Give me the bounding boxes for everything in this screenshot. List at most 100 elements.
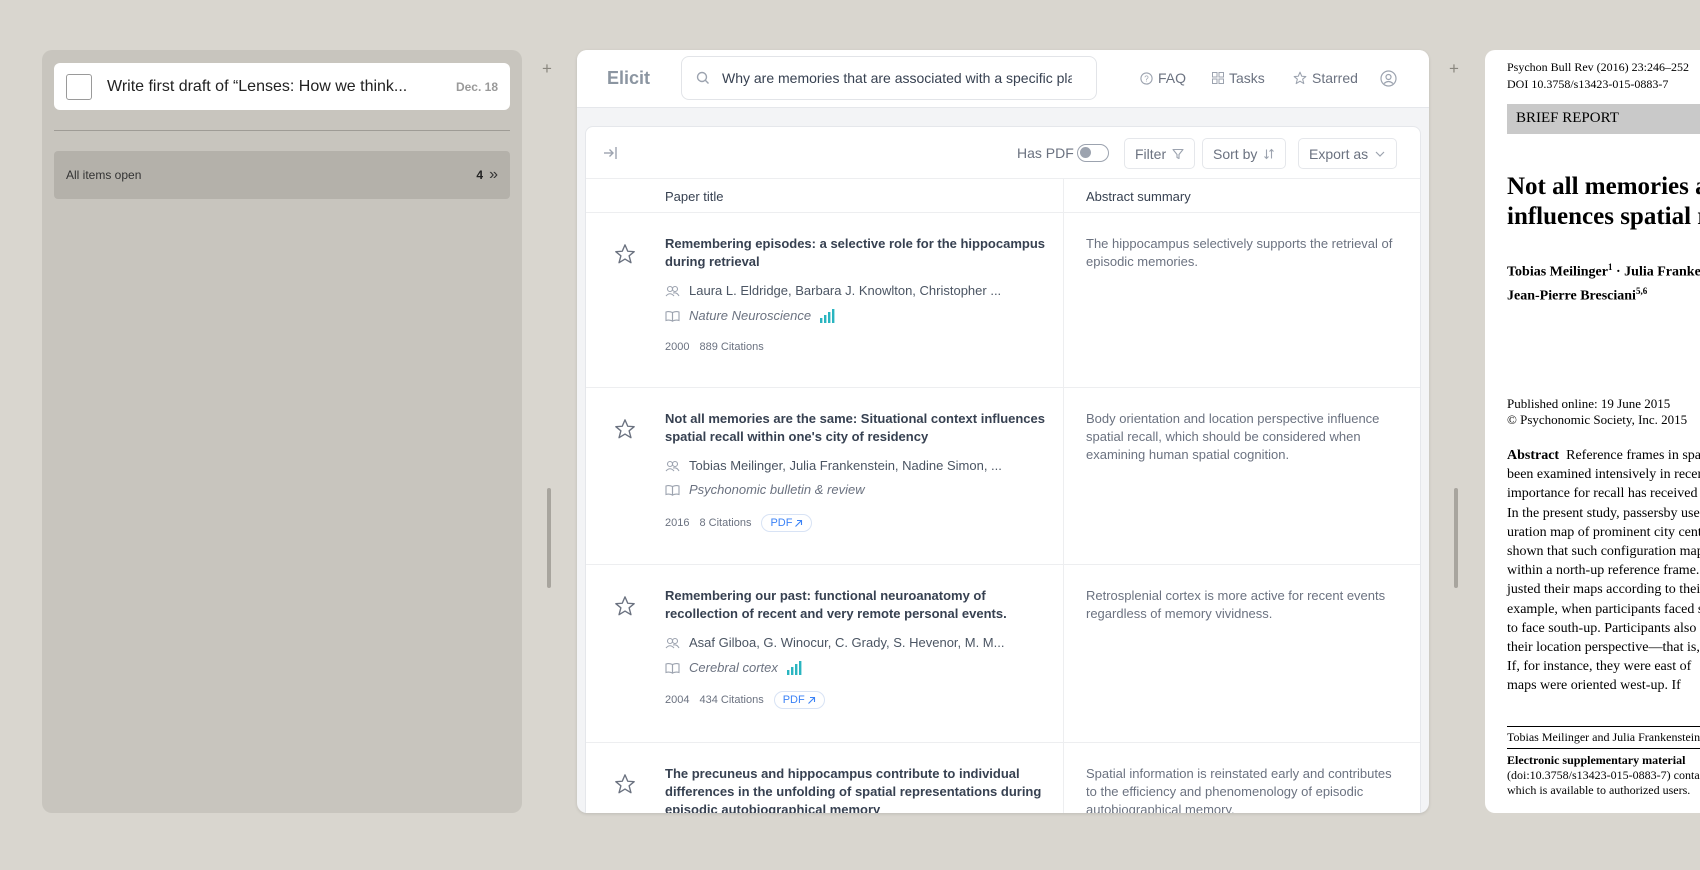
pdf-authors: Tobias Meilinger1 · Julia Frankenstein J…	[1507, 258, 1700, 305]
resize-handle[interactable]	[1454, 488, 1458, 588]
pdf-author: · Julia Frankenstein	[1616, 264, 1700, 280]
resize-handle[interactable]	[547, 488, 551, 588]
faq-label: FAQ	[1158, 70, 1187, 86]
paper-title[interactable]: The precuneus and hippocampus contribute…	[665, 765, 1045, 813]
pdf-author: Jean-Pierre Bresciani	[1507, 288, 1636, 304]
paper-title[interactable]: Remembering our past: functional neuroan…	[665, 587, 1045, 623]
table-row[interactable]: Remembering episodes: a selective role f…	[586, 213, 1420, 388]
sort-arrows-icon	[1264, 148, 1275, 159]
svg-text:?: ?	[1144, 74, 1149, 83]
pdf-abstract-line: shown that such configuration maps are	[1507, 544, 1700, 560]
pdf-abstract-line: Reference frames in spatial memory have	[1566, 448, 1700, 463]
paper-authors: Laura L. Eldridge, Barbara J. Knowlton, …	[665, 283, 1019, 298]
pdf-published-date: Published online: 19 June 2015	[1507, 396, 1671, 411]
tasks-link[interactable]: Tasks	[1212, 70, 1265, 86]
authors-text: Tobias Meilinger, Julia Frankenstein, Na…	[689, 458, 1002, 473]
authors-text: Laura L. Eldridge, Barbara J. Knowlton, …	[689, 283, 1002, 298]
all-items-open-label: All items open	[66, 168, 142, 182]
book-icon	[665, 662, 680, 674]
pdf-abstract-line: within a north-up reference frame.	[1507, 563, 1700, 579]
results-toolbar: Has PDF Filter Sort by Export as	[586, 127, 1420, 179]
starred-link[interactable]: Starred	[1293, 70, 1358, 86]
paper-year: 2016	[665, 517, 690, 529]
pdf-footnote: Electronic supplementary material	[1507, 753, 1686, 767]
filter-button[interactable]: Filter	[1124, 138, 1196, 169]
pdf-abstract-line: importance for recall has received less …	[1507, 486, 1700, 502]
pdf-footnote-rule	[1507, 726, 1700, 727]
pdf-abstract-line: If, for instance, they were east of	[1507, 659, 1692, 675]
pdf-abstract-line: example, when participants faced south	[1507, 601, 1700, 617]
col-paper-title[interactable]: Paper title	[665, 189, 724, 204]
external-arrow-icon	[795, 519, 803, 527]
pdf-doi: DOI 10.3758/s13423-015-0883-7	[1507, 77, 1669, 91]
table-row[interactable]: The precuneus and hippocampus contribute…	[586, 743, 1420, 813]
add-panel-button[interactable]: +	[542, 60, 552, 77]
pdf-footnote: (doi:10.3758/s13423-015-0883-7) contains	[1507, 768, 1700, 782]
all-items-open-bar[interactable]: All items open 4 »	[54, 151, 510, 199]
paper-citations: 434 Citations	[699, 694, 764, 706]
sort-by-button[interactable]: Sort by	[1202, 138, 1287, 169]
search-box[interactable]	[681, 56, 1097, 100]
star-icon[interactable]	[614, 418, 636, 440]
help-circle-icon: ?	[1140, 71, 1153, 85]
sort-by-label: Sort by	[1213, 145, 1258, 162]
elicit-logo[interactable]: Elicit	[607, 68, 650, 89]
tasks-label: Tasks	[1229, 70, 1265, 86]
divider	[54, 130, 510, 131]
collapse-sidebar-icon[interactable]	[602, 145, 618, 161]
has-pdf-toggle[interactable]	[1077, 144, 1109, 162]
table-row[interactable]: Not all memories are the same: Situation…	[586, 388, 1420, 565]
task-title[interactable]: Write first draft of “Lenses: How we thi…	[107, 78, 434, 96]
paper-year: 2000	[665, 341, 690, 353]
top-bar: Elicit ? FAQ Tasks Starred	[577, 50, 1429, 108]
journal-text: Nature Neuroscience	[689, 308, 812, 323]
star-icon[interactable]	[614, 243, 636, 265]
export-as-button[interactable]: Export as	[1298, 138, 1398, 169]
paper-stats: 2004 434 Citations PDF	[665, 691, 825, 709]
authors-icon	[665, 637, 680, 648]
search-input[interactable]	[722, 70, 1072, 86]
book-icon	[665, 484, 680, 496]
pdf-abstract-line: justed their maps according to their	[1507, 582, 1700, 598]
abstract-summary: The hippocampus selectively supports the…	[1086, 236, 1393, 269]
pdf-journal-header: Psychon Bull Rev (2016) 23:246–252	[1507, 60, 1689, 74]
task-card[interactable]: Write first draft of “Lenses: How we thi…	[54, 63, 510, 110]
paper-stats: 2000 889 Citations	[665, 341, 764, 353]
pdf-section-banner: BRIEF REPORT	[1507, 104, 1700, 134]
funnel-icon	[1172, 148, 1184, 159]
user-account-icon[interactable]	[1380, 70, 1397, 87]
paper-authors: Tobias Meilinger, Julia Frankenstein, Na…	[665, 458, 1019, 473]
paper-citations: 8 Citations	[699, 517, 752, 529]
pdf-abstract-label: Abstract	[1507, 448, 1560, 463]
pdf-author-affiliation: 5,6	[1635, 285, 1648, 296]
results-table: Has PDF Filter Sort by Export as Paper t…	[585, 126, 1421, 813]
star-icon[interactable]	[614, 773, 636, 795]
export-as-label: Export as	[1309, 145, 1369, 162]
pdf-title-line: Not all memories are the same: Situation…	[1507, 173, 1700, 200]
table-row[interactable]: Remembering our past: functional neuroan…	[586, 565, 1420, 743]
journal-text: Cerebral cortex	[689, 660, 778, 675]
abstract-summary: Retrosplenial cortex is more active for …	[1086, 588, 1386, 621]
open-items-count: 4	[476, 168, 484, 182]
pdf-link[interactable]: PDF	[761, 514, 813, 532]
paper-title[interactable]: Remembering episodes: a selective role f…	[665, 235, 1045, 271]
chevron-down-icon	[1375, 151, 1385, 157]
paper-year: 2004	[665, 694, 690, 706]
faq-link[interactable]: ? FAQ	[1140, 70, 1186, 86]
pdf-abstract-line: maps were oriented west-up. If	[1507, 678, 1681, 694]
pdf-footnote-rule	[1507, 748, 1700, 749]
task-checkbox[interactable]	[66, 73, 92, 100]
paper-journal: Nature Neuroscience	[665, 308, 835, 323]
expand-chevron-icon[interactable]: »	[489, 167, 498, 183]
paper-title[interactable]: Not all memories are the same: Situation…	[665, 410, 1045, 446]
paper-stats: 2016 8 Citations PDF	[665, 514, 813, 532]
add-panel-button[interactable]: +	[1449, 60, 1459, 77]
elicit-panel: Elicit ? FAQ Tasks Starred Has PDF Filte…	[577, 50, 1429, 813]
authors-icon	[665, 285, 680, 296]
grid-icon	[1212, 72, 1224, 84]
pdf-link[interactable]: PDF	[773, 691, 825, 709]
table-header: Paper title Abstract summary	[586, 179, 1420, 213]
col-abstract-summary[interactable]: Abstract summary	[1086, 189, 1191, 204]
search-icon	[696, 71, 709, 84]
star-icon[interactable]	[614, 595, 636, 617]
